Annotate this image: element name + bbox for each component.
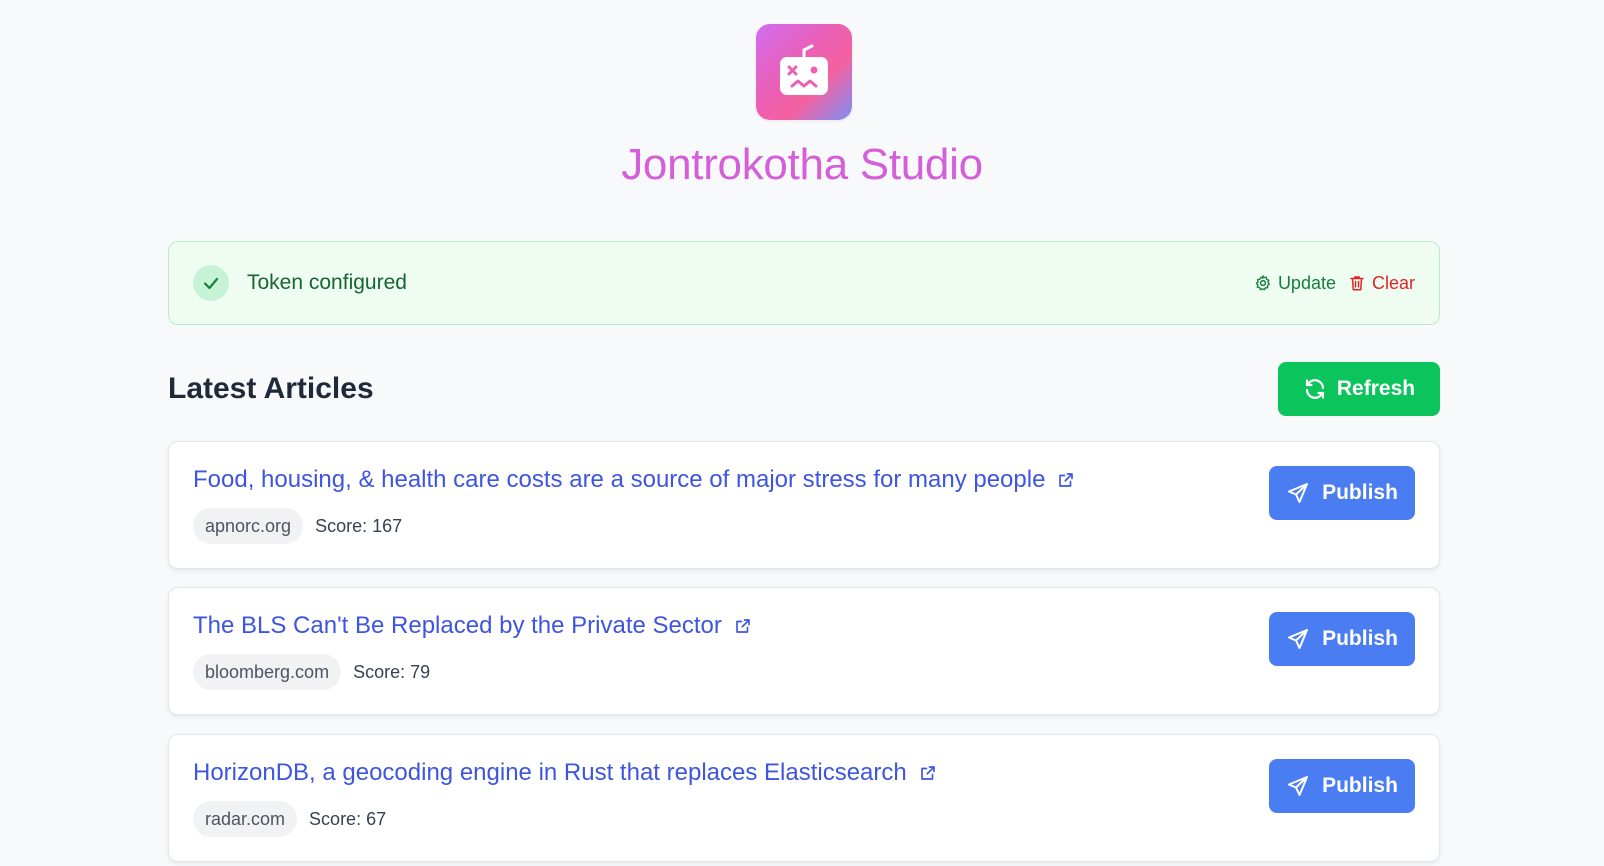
app-title: Jontrokotha Studio: [621, 140, 983, 189]
update-token-button[interactable]: Update: [1254, 273, 1336, 294]
publish-label: Publish: [1322, 774, 1398, 797]
update-label: Update: [1277, 272, 1336, 293]
external-link-icon[interactable]: [1057, 471, 1075, 489]
publish-button[interactable]: Publish: [1269, 466, 1415, 520]
refresh-label: Refresh: [1336, 377, 1416, 400]
domain-badge: bloomberg.com: [193, 654, 342, 690]
send-icon: [1288, 776, 1309, 796]
gear-icon: [1255, 275, 1270, 291]
clear-label: Clear: [1371, 272, 1415, 293]
send-icon: [1288, 629, 1309, 649]
article-title-link[interactable]: Food, housing, & health care costs are a…: [193, 464, 1045, 496]
publish-button[interactable]: Publish: [1269, 612, 1415, 666]
article-score: Score: 79: [353, 661, 431, 682]
external-link-icon[interactable]: [919, 764, 937, 782]
token-status-text: Token configured: [247, 271, 407, 294]
domain-badge: radar.com: [193, 801, 298, 837]
token-status-banner: Token configured Update Clear: [168, 241, 1440, 325]
refresh-icon: [1305, 379, 1324, 399]
article-score: Score: 167: [315, 515, 403, 536]
article-card: The BLS Can't Be Replaced by the Private…: [168, 587, 1440, 715]
article-title-link[interactable]: The BLS Can't Be Replaced by the Private…: [193, 610, 722, 642]
section-title: Latest Articles: [168, 372, 374, 405]
send-icon: [1288, 483, 1309, 503]
article-card: HorizonDB, a geocoding engine in Rust th…: [168, 734, 1440, 862]
trash-icon: [1350, 276, 1364, 291]
app-logo: [756, 24, 852, 120]
domain-badge: apnorc.org: [193, 508, 304, 544]
publish-label: Publish: [1322, 627, 1398, 650]
robot-face-icon: [780, 44, 828, 95]
article-score: Score: 67: [309, 808, 387, 829]
external-link-icon[interactable]: [734, 617, 752, 635]
article-card: Food, housing, & health care costs are a…: [168, 441, 1440, 569]
publish-button[interactable]: Publish: [1269, 759, 1415, 813]
article-title-link[interactable]: HorizonDB, a geocoding engine in Rust th…: [193, 757, 907, 789]
clear-token-button[interactable]: Clear: [1348, 273, 1415, 294]
check-icon: [193, 265, 229, 301]
refresh-button[interactable]: Refresh: [1278, 362, 1440, 416]
publish-label: Publish: [1322, 481, 1398, 504]
